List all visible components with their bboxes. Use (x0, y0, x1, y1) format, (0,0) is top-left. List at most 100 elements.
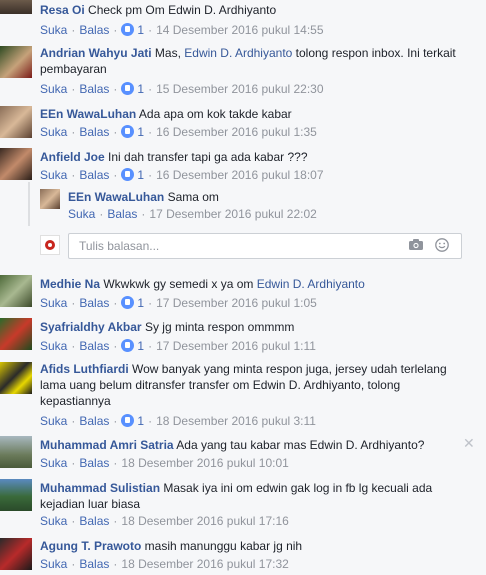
comment-actions: Suka · Balas · 1 · 16 Desember 2016 pukul 18:0… (40, 168, 324, 182)
reply-composer[interactable] (68, 233, 462, 259)
commenter-name[interactable]: EEn WawaLuhan (68, 190, 164, 204)
like-link[interactable]: Suka (40, 168, 67, 182)
mention-link[interactable]: Edwin D. Ardhiyanto (184, 46, 292, 60)
timestamp[interactable]: 17 Desember 2016 pukul 22:02 (149, 207, 316, 221)
like-link[interactable]: Suka (40, 125, 67, 139)
avatar[interactable] (0, 318, 32, 350)
avatar[interactable] (0, 479, 32, 511)
comment-text: Sy jg minta respon ommmm (144, 320, 295, 334)
reply-link[interactable]: Balas (107, 207, 137, 221)
mention-link[interactable]: Edwin D. Ardhiyanto (257, 277, 365, 291)
like-icon (121, 23, 135, 36)
like-link[interactable]: Suka (40, 514, 67, 528)
comment-actions: Suka · Balas · 1 · 18 Desember 2016 pukul 3:11 (40, 414, 316, 428)
reply-link[interactable]: Balas (79, 414, 109, 428)
avatar[interactable] (0, 0, 32, 14)
avatar[interactable] (0, 538, 32, 570)
reply-thread-line (28, 182, 30, 226)
timestamp[interactable]: 14 Desember 2016 pukul 14:55 (156, 23, 323, 37)
like-icon (121, 82, 135, 95)
avatar[interactable] (0, 46, 32, 78)
commenter-name[interactable]: Muhammad Sulistian (40, 481, 160, 495)
like-icon (121, 168, 135, 181)
like-link[interactable]: Suka (40, 339, 67, 353)
avatar[interactable] (0, 106, 32, 138)
comment-body: Syafrialdhy Akbar Sy jg minta respon omm… (40, 319, 294, 335)
comment-actions: Suka · Balas · 17 Desember 2016 pukul 22:02 (68, 207, 317, 221)
comment-body: Afids Luthfiardi Wow banyak yang minta r… (40, 361, 460, 409)
timestamp[interactable]: 18 Desember 2016 pukul 17:32 (121, 557, 288, 571)
comment-body: EEn WawaLuhan Sama om (68, 189, 219, 205)
like-icon (121, 296, 135, 309)
commenter-name[interactable]: EEn WawaLuhan (40, 107, 136, 121)
comment-actions: Suka · Balas · 1 · 17 Desember 2016 pukul 1:11 (40, 339, 316, 353)
commenter-name[interactable]: Anfield Joe (40, 150, 105, 164)
comment-actions: Suka · Balas · 1 · 15 Desember 2016 pukul 22:3… (40, 82, 324, 96)
like-count[interactable]: 1 (137, 82, 144, 96)
comment-body: Medhie Na Wkwkwk gy semedi x ya om Edwin… (40, 276, 365, 292)
like-count[interactable]: 1 (137, 414, 144, 428)
like-link[interactable]: Suka (40, 557, 67, 571)
reply-link[interactable]: Balas (79, 125, 109, 139)
like-link[interactable]: Suka (40, 414, 67, 428)
reply-link[interactable]: Balas (79, 296, 109, 310)
emoji-icon[interactable] (435, 238, 449, 252)
close-icon[interactable]: ✕ (463, 435, 475, 452)
avatar[interactable] (0, 275, 32, 307)
timestamp[interactable]: 16 Desember 2016 pukul 1:35 (156, 125, 317, 139)
like-count[interactable]: 1 (137, 125, 144, 139)
like-link[interactable]: Suka (40, 296, 67, 310)
timestamp[interactable]: 16 Desember 2016 pukul 18:07 (156, 168, 323, 182)
comment-actions: Suka · Balas · 1 · 16 Desember 2016 pukul 1:35 (40, 125, 317, 139)
avatar[interactable] (0, 436, 32, 468)
like-link[interactable]: Suka (40, 23, 67, 37)
reply-input[interactable] (77, 238, 381, 254)
like-link[interactable]: Suka (40, 82, 67, 96)
reply-link[interactable]: Balas (79, 168, 109, 182)
camera-icon[interactable] (409, 239, 423, 250)
comment-text: Ada yang tau kabar mas Edwin D. Ardhiyan… (176, 438, 425, 452)
reply-link[interactable]: Balas (79, 514, 109, 528)
like-icon (121, 414, 135, 427)
like-count[interactable]: 1 (137, 339, 144, 353)
comment-actions: Suka · Balas · 18 Desember 2016 pukul 17:16 (40, 514, 289, 528)
like-link[interactable]: Suka (68, 207, 95, 221)
comment-actions: Suka · Balas · 1 · 14 Desember 2016 pukul 14:5… (40, 23, 324, 37)
comment-body: Anfield Joe Ini dah transfer tapi ga ada… (40, 149, 308, 165)
reply-link[interactable]: Balas (79, 82, 109, 96)
commenter-name[interactable]: Andrian Wahyu Jati (40, 46, 152, 60)
commenter-name[interactable]: Medhie Na (40, 277, 100, 291)
comment-body: Resa Oi Check pm Om Edwin D. Ardhiyanto (40, 2, 276, 18)
timestamp[interactable]: 18 Desember 2016 pukul 17:16 (121, 514, 288, 528)
comment-body: Muhammad Sulistian Masak iya ini om edwi… (40, 480, 460, 512)
commenter-name[interactable]: Agung T. Prawoto (40, 539, 141, 553)
commenter-name[interactable]: Syafrialdhy Akbar (40, 320, 142, 334)
comment-text: Sama om (167, 190, 219, 204)
commenter-name[interactable]: Resa Oi (40, 3, 85, 17)
avatar[interactable] (40, 189, 60, 209)
comment-body: Agung T. Prawoto masih manunggu kabar jg… (40, 538, 302, 554)
timestamp[interactable]: 15 Desember 2016 pukul 22:30 (156, 82, 323, 96)
timestamp[interactable]: 17 Desember 2016 pukul 1:11 (156, 339, 316, 353)
like-count[interactable]: 1 (137, 168, 144, 182)
comment-text: Check pm Om Edwin D. Ardhiyanto (88, 3, 277, 17)
commenter-name[interactable]: Muhammad Amri Satria (40, 438, 174, 452)
avatar[interactable] (0, 148, 32, 180)
like-count[interactable]: 1 (137, 23, 144, 37)
reply-link[interactable]: Balas (79, 456, 109, 470)
avatar[interactable] (0, 362, 32, 394)
timestamp[interactable]: 18 Desember 2016 pukul 10:01 (121, 456, 288, 470)
like-link[interactable]: Suka (40, 456, 67, 470)
timestamp[interactable]: 17 Desember 2016 pukul 1:05 (156, 296, 317, 310)
comment-actions: Suka · Balas · 1 · 17 Desember 2016 pukul 1:05 (40, 296, 317, 310)
reply-link[interactable]: Balas (79, 557, 109, 571)
comment-text: Ada apa om kok takde kabar (138, 107, 292, 121)
like-icon (121, 339, 135, 352)
reply-link[interactable]: Balas (79, 339, 109, 353)
comment-body: EEn WawaLuhan Ada apa om kok takde kabar (40, 106, 292, 122)
comment-body: Muhammad Amri Satria Ada yang tau kabar … (40, 437, 424, 453)
like-count[interactable]: 1 (137, 296, 144, 310)
commenter-name[interactable]: Afids Luthfiardi (40, 362, 129, 376)
timestamp[interactable]: 18 Desember 2016 pukul 3:11 (156, 414, 316, 428)
reply-link[interactable]: Balas (79, 23, 109, 37)
